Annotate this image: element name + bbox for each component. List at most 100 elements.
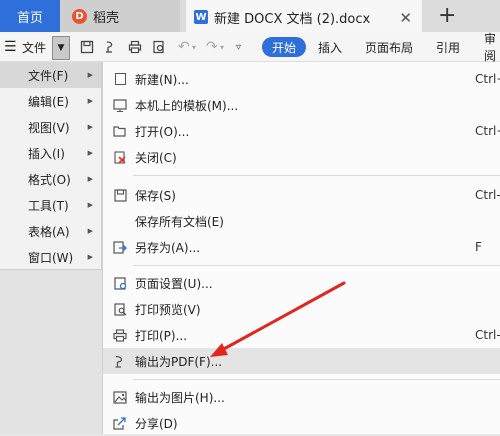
menu-item-label: 打开(O)... [135,124,190,139]
page-setup-icon [113,276,127,290]
menu-item-save-all[interactable]: 保存所有文档(E) [103,208,500,234]
redo-icon[interactable]: ↷ [206,32,218,62]
menu-item-print-preview[interactable]: 打印预览(V) [103,296,500,322]
shortcut-text: F [475,240,482,254]
word-doc-icon: W [194,10,208,24]
menu-item-page-setup[interactable]: 页面设置(U)... [103,270,500,296]
menu-item-print[interactable]: 打印(P)... Ctrl- [103,322,500,348]
menu-item-label: 页面设置(U)... [135,276,213,291]
shortcut-text: Ctrl- [475,188,500,202]
ribbon-tab-insert[interactable]: 插入 [318,32,342,62]
menu-item-window[interactable]: 窗口(W) ▶ [0,244,101,270]
close-tab-icon[interactable]: ✕ [399,9,412,27]
template-icon [113,98,127,112]
menu-item-label: 打印预览(V) [135,302,201,317]
menu-item-label: 格式(O) [28,172,71,187]
submenu-arrow-icon: ▶ [87,175,93,183]
open-folder-icon [113,124,127,138]
tab-home-label: 首页 [16,10,43,26]
hamburger-menu-icon[interactable]: ☰ [4,32,17,62]
menu-item-format[interactable]: 格式(O) ▶ [0,166,101,192]
menu-item-file[interactable]: 文件(F) ▶ [0,62,101,88]
ribbon-tab-start[interactable]: 开始 [262,37,307,57]
menu-item-save[interactable]: 保存(S) Ctrl- [103,182,500,208]
submenu-arrow-icon: ▶ [87,97,93,105]
menu-separator [133,265,500,266]
menu-item-label: 本机上的模板(M)... [135,98,239,113]
menu-item-label: 另存为(A)... [135,240,201,255]
menu-item-label: 编辑(E) [28,94,69,109]
shortcut-text: Ctrl+ [475,72,500,86]
undo-dropdown-icon[interactable]: ▾ [192,32,196,62]
menu-item-view[interactable]: 视图(V) ▶ [0,114,101,140]
redo-dropdown-icon[interactable]: ▾ [220,32,224,62]
main-menu: 文件(F) ▶ 编辑(E) ▶ 视图(V) ▶ 插入(I) ▶ 格式(O) ▶ … [0,62,102,270]
tab-bar: 首页 D 稻壳 W 新建 DOCX 文档 (2).docx ✕ + [0,0,500,32]
menu-item-new[interactable]: 新建(N)... Ctrl+ [103,66,500,92]
export-pdf-icon[interactable] [104,32,118,62]
menu-item-label: 保存(S) [135,188,176,203]
print-icon[interactable] [128,32,142,62]
new-tab-icon[interactable]: + [438,3,456,28]
file-submenu: 新建(N)... Ctrl+ 本机上的模板(M)... 打开(O)... Ctr… [102,62,500,434]
save-icon[interactable] [80,32,94,62]
menu-item-table[interactable]: 表格(A) ▶ [0,218,101,244]
menu-item-export-pdf[interactable]: 输出为PDF(F)... [103,348,500,374]
submenu-arrow-icon: ▶ [87,123,93,131]
menu-item-label: 文件(F) [28,68,69,83]
ribbon-tab-review[interactable]: 审阅 [484,32,500,63]
quick-access-chevron-icon[interactable]: ▿ [236,32,241,62]
share-icon [113,416,127,430]
save-icon [113,188,127,202]
menu-item-edit[interactable]: 编辑(E) ▶ [0,88,101,114]
menu-item-export-image[interactable]: 输出为图片(H)... [103,384,500,410]
ribbon-tab-page-layout[interactable]: 页面布局 [365,32,413,62]
ribbon-tab-references[interactable]: 引用 [436,32,460,62]
print-preview-icon[interactable] [152,32,166,62]
print-preview-icon [113,302,127,316]
menu-item-label: 窗口(W) [28,250,74,265]
close-doc-icon [113,150,127,164]
menu-separator [133,175,500,176]
menu-item-label: 表格(A) [28,224,70,239]
menu-separator [133,379,500,380]
new-doc-icon [113,72,127,86]
menu-item-label: 输出为PDF(F)... [135,354,223,369]
menu-item-insert[interactable]: 插入(I) ▶ [0,140,101,166]
submenu-arrow-icon: ▶ [87,149,93,157]
tab-document[interactable]: W 新建 DOCX 文档 (2).docx ✕ [186,0,422,32]
menu-item-local-templates[interactable]: 本机上的模板(M)... [103,92,500,118]
menu-item-label: 视图(V) [28,120,70,135]
print-icon [113,328,127,342]
tab-daoke[interactable]: D 稻壳 [60,0,180,32]
undo-icon[interactable]: ↶ [178,32,190,62]
menu-item-label: 关闭(C) [135,150,177,165]
daoke-logo-icon: D [72,8,87,24]
export-pdf-icon [113,354,127,368]
menu-item-save-as[interactable]: 另存为(A)... F [103,234,500,260]
shortcut-text: Ctrl- [475,328,500,342]
menu-item-label: 输出为图片(H)... [135,390,225,405]
tab-daoke-label: 稻壳 [93,10,120,26]
toolbar: ☰ 文件 ▼ ↶ ▾ ↷ ▾ ▿ 开始 插入 页面布局 引用 审阅 [0,32,500,63]
menu-item-label: 新建(N)... [135,72,189,87]
menu-item-label: 分享(D) [135,416,178,431]
menu-item-label: 打印(P)... [135,328,188,343]
tab-home[interactable]: 首页 [0,0,60,32]
export-image-icon [113,390,127,404]
submenu-arrow-icon: ▶ [87,253,93,261]
menu-item-close[interactable]: 关闭(C) [103,144,500,170]
save-as-icon [113,240,127,254]
shortcut-text: Ctrl+ [475,124,500,138]
file-dropdown-chevron-icon[interactable]: ▼ [52,36,70,60]
menu-item-label: 保存所有文档(E) [135,214,224,229]
menu-item-label: 插入(I) [28,146,65,161]
menu-item-label: 工具(T) [28,198,69,213]
menu-item-open[interactable]: 打开(O)... Ctrl+ [103,118,500,144]
tab-document-label: 新建 DOCX 文档 (2).docx [214,11,371,27]
file-menu-button[interactable]: 文件 [22,32,46,62]
menu-item-tools[interactable]: 工具(T) ▶ [0,192,101,218]
submenu-arrow-icon: ▶ [87,227,93,235]
menu-item-share[interactable]: 分享(D) [103,410,500,436]
submenu-arrow-icon: ▶ [87,71,93,79]
